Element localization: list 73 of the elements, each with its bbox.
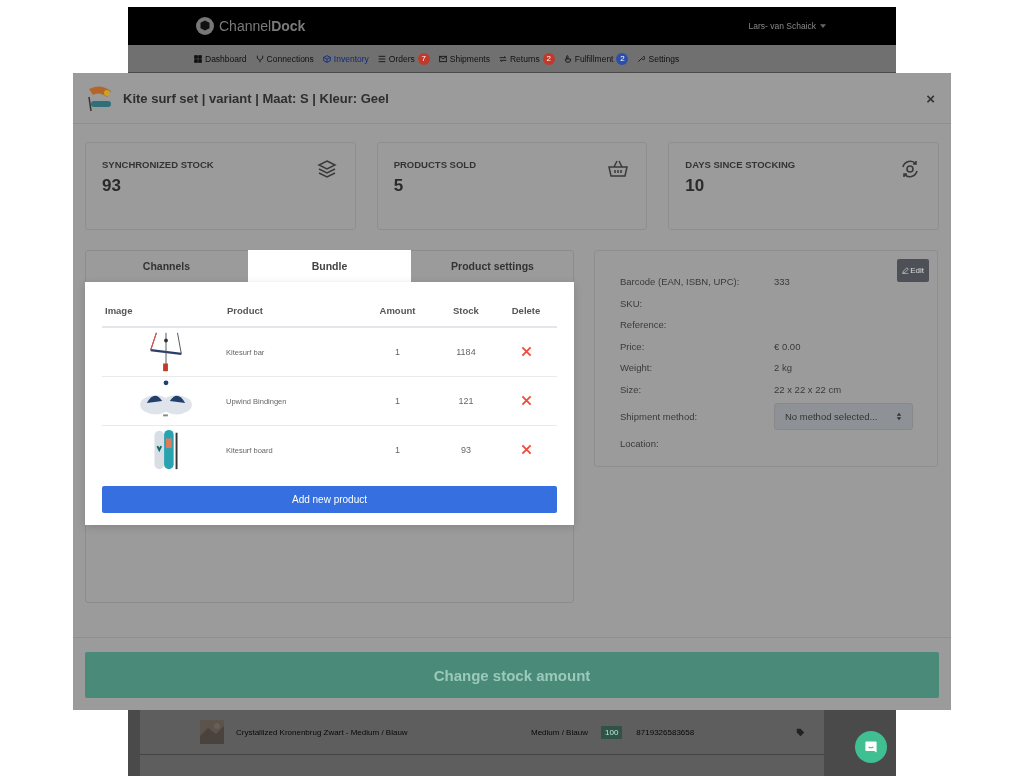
field-label: SKU:	[620, 297, 644, 309]
dialog-title: Kite surf set | variant | Maat: S | Kleur: Geel	[123, 90, 390, 106]
pencil-icon	[902, 267, 910, 274]
nav-item[interactable]: Connections	[255, 53, 314, 64]
table-cell: 121	[436, 376, 495, 426]
logo-icon	[196, 17, 214, 35]
count-badge: 7	[417, 52, 430, 65]
stat-value: 5	[393, 176, 405, 196]
nav-item[interactable]: Settings	[637, 53, 680, 64]
wrench-icon	[637, 54, 646, 63]
product-name: Crystallized Kronenbrug Zwart - Medium / Blauw	[236, 727, 409, 737]
field-label: Weight:	[620, 362, 654, 374]
field-value: € 0.00	[774, 340, 801, 352]
envelope-icon	[438, 54, 447, 63]
nav-item[interactable]: Dashboard	[194, 53, 247, 64]
variant-text: Medium / Blauw	[531, 727, 589, 737]
column-header: Stock	[436, 294, 495, 327]
stat-label: SYNCHRONIZED STOCK	[102, 159, 214, 170]
branch-icon	[255, 54, 264, 63]
stock-badge: 100	[601, 725, 623, 739]
cube-icon	[322, 54, 331, 63]
field-value: 2 kg	[774, 362, 792, 374]
caret-icon	[820, 24, 826, 28]
stat-value: 10	[685, 176, 706, 196]
count-badge: 2	[616, 52, 629, 65]
table-cell: 1184	[436, 327, 495, 377]
column-header: Amount	[358, 294, 437, 327]
nav-item[interactable]: Orders 7	[377, 52, 430, 65]
field-label: Price:	[620, 340, 646, 352]
column-header: Image	[102, 294, 226, 327]
grid-icon	[194, 54, 202, 63]
close-button[interactable]: ×	[922, 89, 939, 107]
tab[interactable]: Bundle	[248, 250, 411, 282]
nav-item[interactable]: Returns 2	[499, 52, 555, 65]
tab[interactable]: Product settings	[411, 250, 574, 282]
app-logo: ChannelDock	[219, 18, 306, 34]
nav-item[interactable]: Inventory	[322, 53, 369, 64]
ean-text: 8719326583658	[636, 727, 696, 737]
field-label: Size:	[620, 383, 643, 395]
cycle-icon	[900, 159, 920, 179]
column-header: Delete	[495, 294, 557, 327]
table-cell: 1	[358, 327, 437, 377]
stat-value: 93	[102, 176, 122, 196]
add-product-button[interactable]: Add new product	[102, 486, 557, 513]
hand-icon	[563, 54, 572, 63]
field-label: Reference:	[620, 319, 668, 331]
edit-button[interactable]: Edit	[897, 259, 929, 282]
count-badge: 2	[542, 52, 555, 65]
field-label: Barcode (EAN, ISBN, UPC):	[620, 276, 741, 288]
list-icon	[377, 54, 386, 63]
layers-icon	[316, 159, 337, 179]
stat-label: DAYS SINCE STOCKING	[685, 159, 796, 170]
field-value: 333	[774, 276, 790, 288]
table-cell: 93	[436, 425, 495, 474]
stat-label: PRODUCTS SOLD	[393, 159, 476, 170]
field-label: Shipment method:	[620, 411, 699, 422]
column-header: Product	[226, 294, 358, 327]
user-menu[interactable]: Lars- van Schaick	[748, 21, 816, 31]
tag-icon	[796, 727, 806, 737]
basket-icon	[608, 159, 629, 179]
delete-icon[interactable]	[520, 443, 532, 455]
table-cell: 1	[358, 376, 437, 426]
shipment-method-select[interactable]: No method selected...	[774, 403, 913, 430]
field-label: Location:	[620, 438, 660, 450]
nav-item[interactable]: Fulfillment 2	[563, 52, 629, 65]
chat-icon	[863, 739, 879, 755]
table-cell: 1	[358, 425, 437, 474]
field-value: 22 x 22 x 22 cm	[774, 383, 842, 395]
tab[interactable]: Channels	[85, 250, 248, 282]
delete-icon[interactable]	[520, 394, 532, 406]
arrows-icon	[499, 54, 507, 63]
delete-icon[interactable]	[520, 345, 532, 357]
nav-item[interactable]: Shipments	[438, 53, 490, 64]
